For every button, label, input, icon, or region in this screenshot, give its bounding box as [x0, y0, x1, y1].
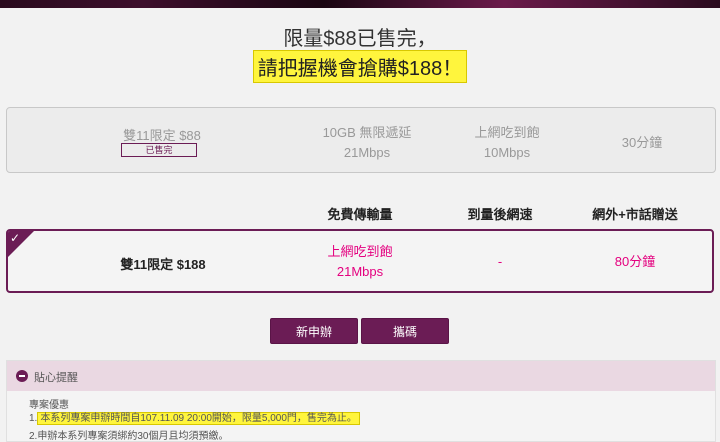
selected-data-allowance-line2: 21Mbps	[336, 264, 384, 279]
headline-sold-out: 限量$88已售完，	[283, 28, 437, 50]
top-banner	[0, 0, 720, 8]
column-header-speed-after-cap: 到量後網速	[467, 207, 533, 222]
selected-free-minutes: 80分鐘	[614, 254, 656, 269]
notice-panel: 貼心提醒 專案優惠 1. 本系列專案申辦時間自107.11.09 20:00開始，…	[6, 360, 716, 442]
sold-out-plan-name: 雙11限定 $88	[123, 128, 201, 143]
notice-header[interactable]: 貼心提醒	[7, 361, 715, 391]
notice-item-1-highlight: 本系列專案申辦時間自107.11.09 20:00開始，限量5,000門，售完為…	[37, 412, 360, 425]
sold-out-speed-line2: 10Mbps	[483, 145, 531, 160]
notice-title: 貼心提醒	[34, 372, 78, 384]
headline-cta-wrap: 請把握機會搶購$188！	[0, 50, 720, 83]
selected-data-allowance: 上網吃到飽 21Mbps	[295, 242, 425, 282]
sold-out-data-allowance-line2: 21Mbps	[343, 145, 391, 160]
column-header-free-data: 免費傳輸量	[327, 207, 393, 222]
selected-speed-after-cap: -	[497, 254, 503, 269]
sold-out-speed-after-cap: 上網吃到飽 10Mbps	[447, 123, 567, 163]
notice-item-2: 2.申辦本系列專案須綁約30個月且均須預繳。	[29, 431, 229, 442]
checkmark-icon: ✓	[10, 231, 21, 245]
sold-out-free-minutes: 30分鐘	[621, 135, 663, 150]
sold-out-data-allowance: 10GB 無限遞延 21Mbps	[302, 123, 432, 163]
notice-item-1: 1. 本系列專案申辦時間自107.11.09 20:00開始，限量5,000門，售…	[29, 409, 360, 425]
sold-out-badge: 已售完	[121, 143, 197, 157]
selected-plan-card[interactable]: ✓ 雙11限定 $188 上網吃到飽 21Mbps - 80分鐘	[6, 229, 714, 293]
number-transfer-button[interactable]: 攜碼	[361, 318, 449, 344]
selected-data-allowance-line1: 上網吃到飽	[327, 244, 393, 259]
headline-cta: 請把握機會搶購$188！	[252, 50, 468, 83]
sold-out-speed-line1: 上網吃到飽	[474, 125, 540, 140]
collapse-minus-icon[interactable]	[16, 370, 28, 382]
new-application-button[interactable]: 新申辦	[270, 318, 358, 344]
sold-out-data-allowance-line1: 10GB 無限遞延	[322, 125, 412, 140]
selected-plan-name: 雙11限定 $188	[120, 257, 206, 272]
sold-out-plan-card: 雙11限定 $88 已售完 10GB 無限遞延 21Mbps 上網吃到飽 10M…	[6, 107, 716, 173]
column-header-free-minutes: 網外+市話贈送	[592, 207, 678, 222]
